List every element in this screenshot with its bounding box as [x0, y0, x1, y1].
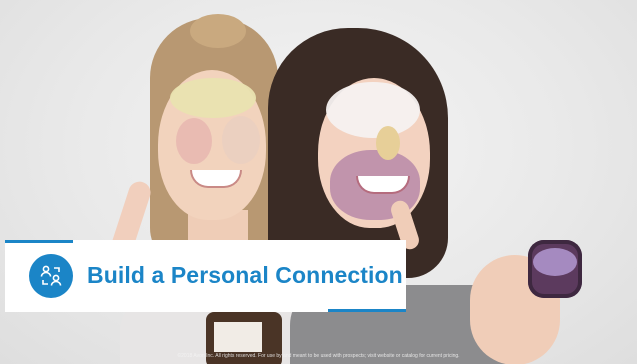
left-face-mask-cheek: [176, 118, 212, 164]
copyright-footer: ©2018 Avon Inc. All rights reserved. For…: [177, 353, 460, 359]
right-face-mask-nose: [376, 126, 400, 160]
right-face-mask-forehead: [326, 82, 420, 138]
left-woman-bun: [190, 14, 246, 48]
left-face-mask-cheek-right: [222, 116, 260, 164]
title-banner: Build a Personal Connection: [5, 240, 406, 312]
left-face-mask-forehead: [170, 78, 256, 118]
purple-mask-jar-contents: [533, 248, 577, 276]
slide: Build a Personal Connection ©2018 Avon I…: [0, 0, 637, 364]
brown-jar-label: [214, 322, 262, 352]
banner-accent-bottom: [328, 309, 406, 312]
banner-accent-top: [5, 240, 73, 243]
people-connection-icon: [29, 254, 73, 298]
page-title: Build a Personal Connection: [87, 262, 403, 288]
